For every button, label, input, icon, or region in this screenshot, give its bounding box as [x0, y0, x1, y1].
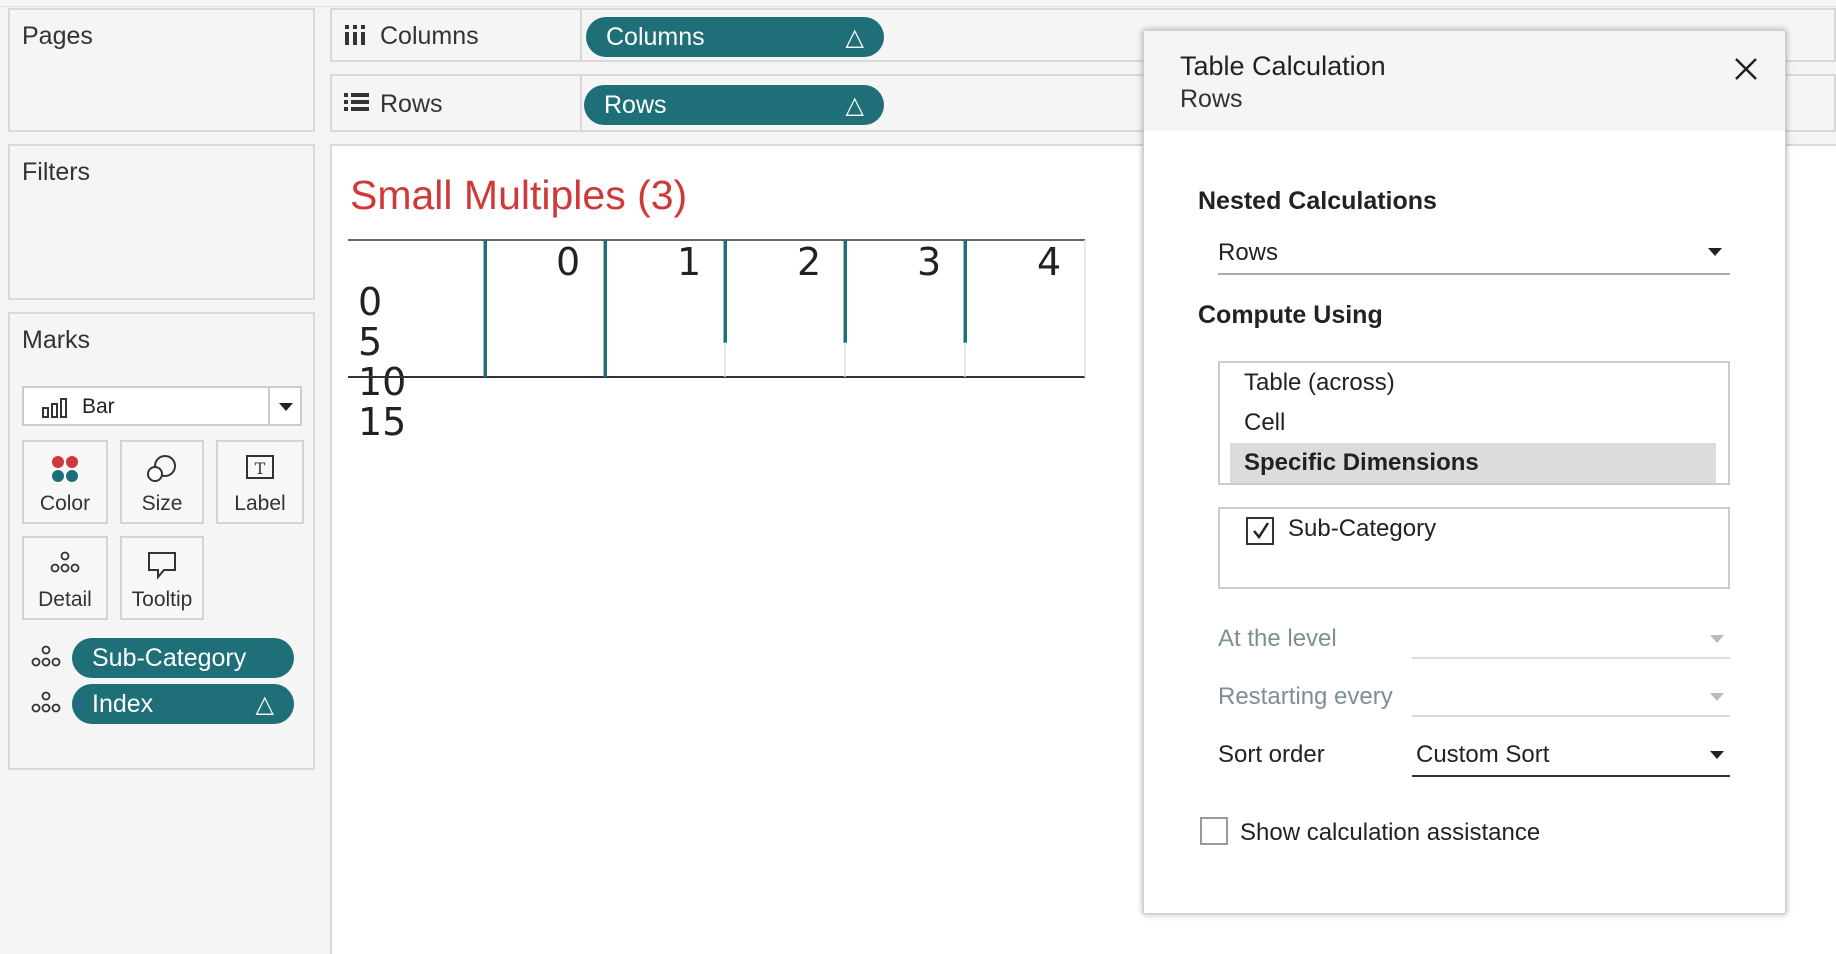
chevron-down-icon [279, 403, 293, 411]
size-button[interactable]: Size [120, 440, 204, 524]
nested-calculation-dropdown[interactable]: Rows [1218, 233, 1730, 275]
detail-button[interactable]: Detail [22, 536, 108, 620]
sort-order-dropdown[interactable]: Custom Sort [1412, 735, 1730, 777]
chevron-down-icon [1710, 635, 1724, 643]
pill-label: Rows [604, 90, 667, 119]
detail-icon [31, 691, 61, 713]
mark-type-label: Bar [82, 395, 115, 418]
sub-category-checkbox[interactable] [1246, 517, 1274, 545]
detail-icon [31, 645, 61, 667]
show-calculation-assistance-checkbox[interactable] [1200, 817, 1228, 845]
columns-icon [345, 25, 365, 45]
close-icon[interactable] [1734, 57, 1758, 81]
pill-label: Index [92, 689, 154, 718]
svg-text:T: T [255, 459, 266, 478]
label-button[interactable]: T Label [216, 440, 304, 524]
filters-title: Filters [22, 158, 91, 186]
color-icon [24, 454, 106, 484]
mark-type-dropdown[interactable]: Bar [22, 386, 302, 426]
bar-mark [963, 240, 967, 343]
checkmark-icon [1253, 522, 1270, 540]
pages-title: Pages [22, 22, 93, 50]
delta-icon: △ [845, 91, 864, 119]
detail-label: Detail [38, 588, 92, 611]
marks-title: Marks [22, 326, 91, 354]
tooltip-icon [122, 550, 202, 580]
bar-mark [483, 240, 487, 377]
marks-card: Marks Bar Color Size T Label Detail Tool… [8, 312, 315, 770]
shelf-divider [580, 76, 582, 130]
filters-card[interactable]: Filters [8, 144, 315, 300]
dialog-header: Table Calculation Rows [1144, 31, 1785, 131]
table-calculation-dialog: Table Calculation Rows Nested Calculatio… [1143, 30, 1786, 914]
chevron-down-icon [1710, 751, 1724, 759]
sort-order-label: Sort order [1218, 741, 1325, 768]
marks-pill-index[interactable]: Index △ [72, 684, 294, 724]
compute-option-label: Specific Dimensions [1244, 449, 1479, 476]
top-strip [0, 0, 1836, 7]
dropdown-divider [268, 388, 270, 424]
at-the-level-dropdown[interactable] [1412, 619, 1730, 659]
sub-category-label: Sub-Category [1288, 515, 1437, 542]
nested-value: Rows [1218, 239, 1279, 266]
detail-icon [24, 550, 106, 574]
label-label: Label [234, 492, 286, 515]
chevron-down-icon [1708, 248, 1722, 256]
size-label: Size [141, 492, 183, 515]
bar-mark [723, 240, 727, 343]
marks-pill-sub-category[interactable]: Sub-Category [72, 638, 294, 678]
at-the-level-label: At the level [1218, 625, 1337, 652]
bar-mark [843, 240, 847, 343]
pages-card[interactable]: Pages [8, 8, 315, 132]
bar-chart-icon [42, 398, 67, 418]
compute-option-specific-dimensions[interactable]: Specific Dimensions [1230, 443, 1716, 483]
delta-icon: △ [845, 23, 864, 51]
tooltip-label: Tooltip [131, 588, 193, 611]
tooltip-button[interactable]: Tooltip [120, 536, 204, 620]
rows-shelf-label: Rows [380, 90, 443, 118]
dimensions-list: Sub-Category [1218, 507, 1730, 589]
columns-shelf-label: Columns [380, 22, 479, 50]
nested-calculations-heading: Nested Calculations [1198, 187, 1437, 215]
columns-pill[interactable]: Columns △ [586, 17, 884, 57]
compute-using-heading: Compute Using [1198, 301, 1383, 329]
bar-mark [603, 240, 607, 377]
compute-using-list: Table (across) Cell Specific Dimensions [1218, 361, 1730, 485]
text-label-icon: T [218, 454, 302, 480]
restarting-every-dropdown[interactable] [1412, 677, 1730, 717]
delta-icon: △ [255, 690, 274, 718]
dialog-title: Table Calculation [1180, 51, 1386, 81]
show-calculation-assistance-label: Show calculation assistance [1240, 819, 1541, 846]
compute-option-table-across[interactable]: Table (across) [1244, 369, 1395, 397]
compute-option-cell[interactable]: Cell [1244, 409, 1285, 437]
dialog-subtitle: Rows [1180, 85, 1243, 113]
size-icon [122, 454, 202, 484]
restarting-every-label: Restarting every [1218, 683, 1393, 710]
pill-label: Sub-Category [92, 643, 247, 672]
shelf-divider [580, 10, 582, 60]
rows-icon [344, 93, 369, 111]
small-multiples-chart [348, 239, 1086, 378]
rows-pill[interactable]: Rows △ [584, 85, 884, 125]
sort-order-value: Custom Sort [1416, 741, 1550, 768]
color-label: Color [39, 492, 91, 515]
pill-label: Columns [606, 22, 705, 51]
color-button[interactable]: Color [22, 440, 108, 524]
chevron-down-icon [1710, 693, 1724, 701]
